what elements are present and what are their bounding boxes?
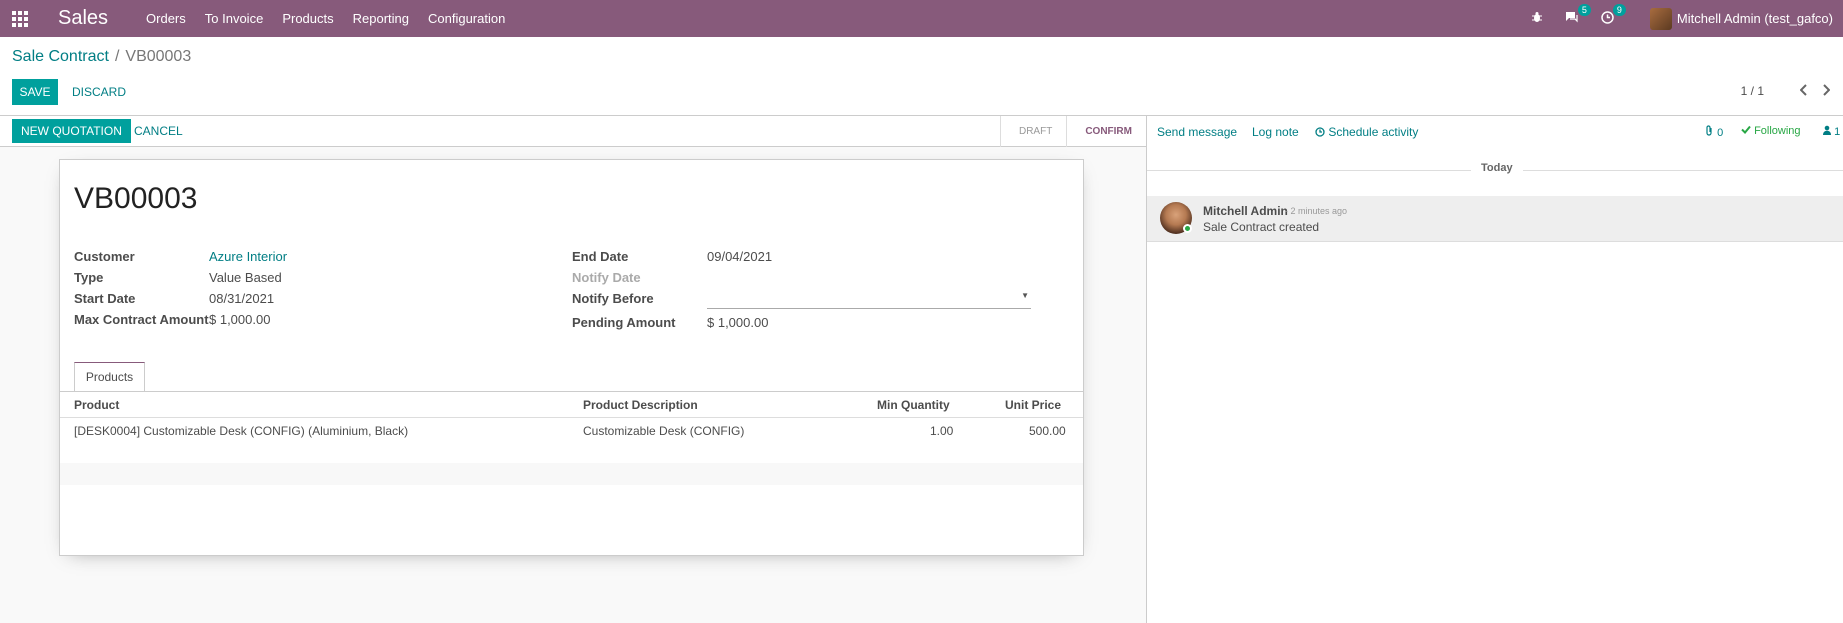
breadcrumb: Sale Contract / VB00003 — [12, 48, 191, 66]
products-table-header: Product Product Description Min Quantity… — [60, 392, 1083, 418]
date-separator-label: Today — [1471, 162, 1523, 174]
top-navbar: Sales Orders To Invoice Products Reporti… — [0, 0, 1843, 37]
notify-before-label: Notify Before — [572, 291, 654, 306]
column-product-description[interactable]: Product Description — [583, 398, 698, 412]
app-name[interactable]: Sales — [58, 7, 108, 30]
chatter-message: Mitchell Admin - 2 minutes ago Sale Cont… — [1147, 196, 1843, 242]
user-menu[interactable]: Mitchell Admin (test_gafco) — [1636, 7, 1833, 30]
breadcrumb-current: VB00003 — [125, 48, 192, 65]
table-row-empty — [60, 441, 1083, 463]
activities-badge: 9 — [1612, 3, 1626, 16]
cancel-button[interactable]: Cancel — [126, 119, 191, 143]
cell-min-quantity: 1.00 — [930, 424, 954, 438]
cell-product-description: Customizable Desk (CONFIG) — [583, 424, 745, 438]
chatter-topbar: Send message Log note Schedule activity … — [1147, 116, 1843, 147]
followers-button[interactable]: 1 — [1823, 125, 1840, 138]
message-author[interactable]: Mitchell Admin — [1203, 204, 1288, 218]
following-label: Following — [1754, 125, 1801, 137]
bug-icon[interactable] — [1531, 11, 1543, 26]
discard-button[interactable]: Discard — [64, 79, 134, 105]
chevron-right-icon — [1823, 84, 1831, 96]
notify-before-select[interactable]: ▼ — [707, 289, 1031, 309]
online-status-icon — [1183, 224, 1192, 233]
column-min-quantity[interactable]: Min Quantity — [877, 398, 950, 412]
status-steps: Draft Confirm — [999, 116, 1146, 147]
end-date-value: 09/04/2021 — [707, 249, 773, 264]
cell-product: [DESK0004] Customizable Desk (CONFIG) (A… — [74, 424, 409, 438]
chevron-left-icon — [1799, 84, 1807, 96]
check-icon — [1741, 125, 1751, 134]
column-product[interactable]: Product — [74, 398, 119, 412]
user-name: Mitchell Admin (test_gafco) — [1676, 11, 1833, 26]
schedule-activity-button[interactable]: Schedule activity — [1315, 125, 1418, 139]
paperclip-icon — [1706, 125, 1712, 136]
send-message-button[interactable]: Send message — [1157, 125, 1237, 139]
column-unit-price[interactable]: Unit Price — [1005, 398, 1061, 412]
pending-amount-value: $ 1,000.00 — [707, 315, 769, 330]
control-panel: Sale Contract / VB00003 Save Discard 1 / 1 — [0, 37, 1843, 116]
pager-next-button[interactable] — [1822, 83, 1831, 99]
table-row-empty — [60, 463, 1083, 485]
save-button[interactable]: Save — [12, 79, 58, 105]
notify-date-label: Notify Date — [572, 270, 641, 285]
pager: 1 / 1 — [1741, 83, 1831, 99]
pager-value[interactable]: 1 / 1 — [1741, 84, 1764, 98]
breadcrumb-separator: / — [114, 48, 120, 65]
max-contract-amount-value: $ 1,000.00 — [209, 312, 271, 327]
avatar — [1649, 7, 1672, 30]
pending-amount-label: Pending Amount — [572, 315, 676, 330]
menu-reporting[interactable]: Reporting — [353, 11, 409, 26]
following-button[interactable]: Following — [1741, 125, 1801, 137]
breadcrumb-parent[interactable]: Sale Contract — [12, 48, 109, 65]
messages-badge: 5 — [1577, 4, 1591, 16]
type-value: Value Based — [209, 270, 282, 285]
message-time: - 2 minutes ago — [1285, 206, 1348, 216]
clock-icon — [1315, 127, 1325, 137]
customer-label: Customer — [74, 249, 135, 264]
status-step-confirm[interactable]: Confirm — [1066, 116, 1146, 147]
form-sheet: VB00003 Customer Azure Interior Type Val… — [59, 159, 1084, 556]
status-step-draft[interactable]: Draft — [999, 116, 1066, 147]
record-title: VB00003 — [74, 182, 198, 215]
menu-to-invoice[interactable]: To Invoice — [205, 11, 264, 26]
end-date-label: End Date — [572, 249, 629, 264]
caret-down-icon: ▼ — [1021, 291, 1029, 300]
customer-value[interactable]: Azure Interior — [209, 249, 287, 264]
menu-orders[interactable]: Orders — [146, 11, 186, 26]
message-body: Sale Contract created — [1203, 220, 1320, 234]
user-icon — [1823, 125, 1831, 135]
cell-unit-price: 500.00 — [1029, 424, 1066, 438]
start-date-value: 08/31/2021 — [209, 291, 275, 306]
table-row[interactable]: [DESK0004] Customizable Desk (CONFIG) (A… — [60, 419, 1083, 441]
schedule-activity-label: Schedule activity — [1328, 125, 1419, 139]
max-contract-amount-label: Max Contract Amount — [74, 312, 209, 327]
new-quotation-button[interactable]: New Quotation — [12, 119, 131, 143]
start-date-label: Start Date — [74, 291, 136, 306]
type-label: Type — [74, 270, 104, 285]
attachments-count: 0 — [1717, 127, 1724, 139]
chat-icon[interactable]: 5 — [1565, 4, 1591, 26]
apps-grid-icon[interactable] — [0, 0, 40, 37]
statusbar: New Quotation Cancel Draft Confirm — [0, 116, 1146, 147]
attachments-button[interactable]: 0 — [1705, 125, 1723, 139]
clock-icon[interactable]: 9 — [1601, 3, 1626, 27]
followers-count: 1 — [1834, 126, 1841, 138]
menu-configuration[interactable]: Configuration — [428, 11, 505, 26]
pager-previous-button[interactable] — [1799, 83, 1808, 99]
chatter-panel: Send message Log note Schedule activity … — [1146, 116, 1843, 623]
log-note-button[interactable]: Log note — [1252, 125, 1299, 139]
form-area: New Quotation Cancel Draft Confirm VB000… — [0, 116, 1146, 623]
menu-products[interactable]: Products — [282, 11, 333, 26]
tab-products[interactable]: Products — [74, 362, 145, 392]
